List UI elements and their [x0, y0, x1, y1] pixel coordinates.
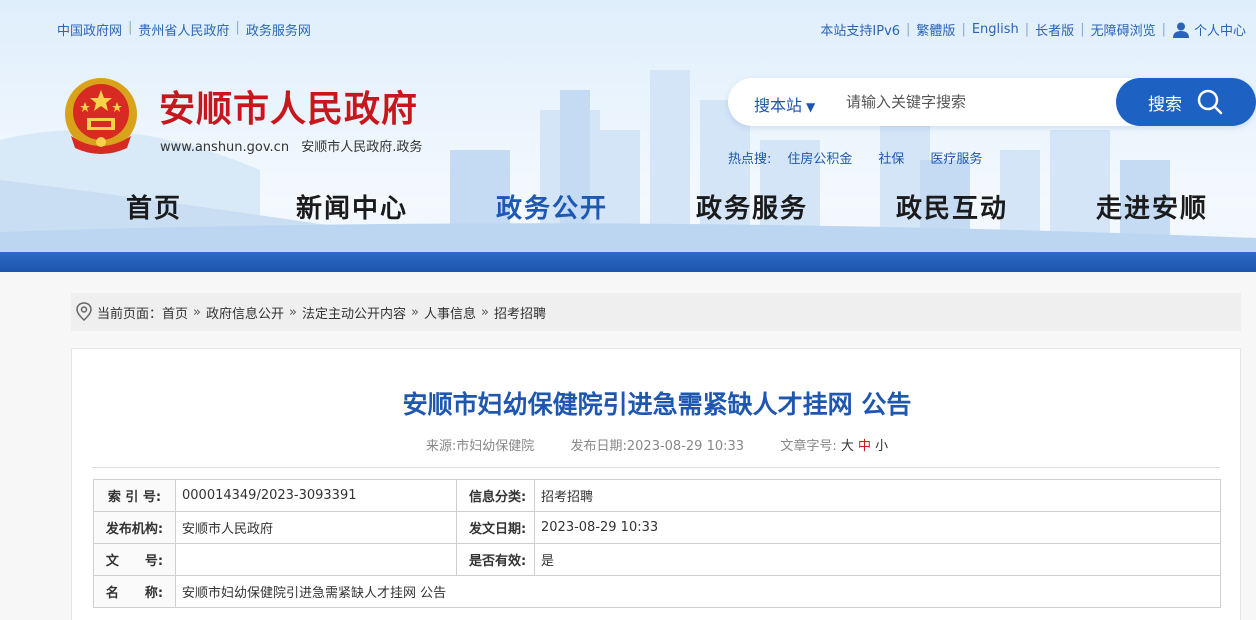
- breadcrumb-item[interactable]: 法定主动公开内容: [302, 303, 406, 322]
- site-title[interactable]: 安顺市人民政府: [159, 80, 418, 132]
- article-title: 安顺市妇幼保健院引进急需紧缺人才挂网 公告: [402, 390, 912, 419]
- header-bottom-bar: [0, 252, 1256, 272]
- breadcrumb-item[interactable]: 招考招聘: [494, 303, 546, 322]
- issue-date-label: 发文日期:: [456, 511, 535, 544]
- article-panel: 安顺市妇幼保健院引进急需紧缺人才挂网 公告 来源:市妇幼保健院 发布日期:202…: [71, 348, 1241, 620]
- info-table: 索 引 号: 000014349/2023-3093391 信息分类: 招考招聘…: [93, 479, 1221, 608]
- issue-date-value: 2023-08-29 10:33: [534, 511, 1221, 544]
- breadcrumb-separator: »: [411, 304, 419, 320]
- name-value: 安顺市妇幼保健院引进急需紧缺人才挂网 公告: [175, 575, 1221, 608]
- index-label: 索 引 号:: [93, 479, 176, 512]
- nav-item-interaction[interactable]: 政民互动: [896, 188, 1008, 225]
- breadcrumb-prefix: 当前页面：: [97, 306, 163, 322]
- font-size-label: 文章字号:: [780, 439, 837, 454]
- font-size-large-button[interactable]: 大: [841, 439, 854, 454]
- link-guizhou-gov[interactable]: 贵州省人民政府: [138, 20, 229, 39]
- nav-item-news[interactable]: 新闻中心: [296, 188, 408, 225]
- location-pin-icon: [76, 302, 92, 321]
- nav-item-home[interactable]: 首页: [126, 188, 182, 225]
- nav-item-services[interactable]: 政务服务: [696, 188, 808, 225]
- publisher-value: 安顺市人民政府: [175, 511, 457, 544]
- link-gov-cn[interactable]: 中国政府网: [57, 20, 122, 39]
- table-row: 索 引 号: 000014349/2023-3093391 信息分类: 招考招聘: [93, 479, 1221, 512]
- hot-search-label: 热点搜:: [728, 152, 772, 167]
- breadcrumb-item[interactable]: 政府信息公开: [206, 303, 284, 322]
- site-subtitle: 安顺市人民政府.政务: [301, 140, 423, 155]
- category-label: 信息分类:: [456, 479, 535, 512]
- hot-search-item[interactable]: 医疗服务: [930, 148, 982, 167]
- user-icon: [1172, 22, 1189, 38]
- category-value: 招考招聘: [534, 479, 1221, 512]
- nav-item-gov-affairs[interactable]: 政务公开: [496, 188, 608, 225]
- publisher-label: 发布机构:: [93, 511, 176, 544]
- search-scope-select[interactable]: 搜本站 ▼: [754, 92, 815, 116]
- link-service-portal[interactable]: 政务服务网: [246, 20, 311, 39]
- link-ipv6[interactable]: 本站支持IPv6: [820, 20, 900, 39]
- breadcrumb-separator: »: [193, 304, 201, 320]
- hot-search-item[interactable]: 住房公积金: [787, 148, 852, 167]
- search-icon: [1197, 89, 1223, 115]
- breadcrumb-separator: »: [289, 304, 297, 320]
- main-nav: 首页 新闻中心 政务公开 政务服务 政民互动 走进安顺: [0, 188, 1256, 234]
- doc-number-value: [175, 543, 457, 576]
- caret-down-icon: ▼: [806, 100, 816, 114]
- validity-value: 是: [534, 543, 1221, 576]
- divider: [92, 467, 1220, 468]
- table-row: 发布机构: 安顺市人民政府 发文日期: 2023-08-29 10:33: [93, 511, 1221, 544]
- link-traditional-chinese[interactable]: 繁體版: [916, 20, 955, 39]
- search-input[interactable]: [846, 87, 1106, 117]
- hot-search: 热点搜: 住房公积金 社保 医疗服务: [728, 148, 982, 167]
- hot-search-item[interactable]: 社保: [878, 148, 904, 167]
- breadcrumb-item[interactable]: 首页: [162, 303, 188, 322]
- site-url: www.anshun.gov.cn 安顺市人民政府.政务: [160, 136, 422, 155]
- site-url-text: www.anshun.gov.cn: [160, 140, 290, 155]
- search-box: 搜本站▼ 搜索: [728, 78, 1256, 126]
- source-label: 来源:: [425, 439, 457, 454]
- index-value: 000014349/2023-3093391: [175, 479, 457, 512]
- link-english[interactable]: English: [972, 22, 1019, 37]
- national-emblem-logo: [65, 78, 137, 154]
- font-size-medium-button[interactable]: 中: [858, 439, 871, 454]
- font-size-small-button[interactable]: 小: [875, 439, 888, 454]
- source-value: 市妇幼保健院: [456, 439, 535, 454]
- validity-label: 是否有效:: [456, 543, 535, 576]
- search-scope-label: 搜本站: [754, 96, 803, 115]
- search-button[interactable]: 搜索: [1116, 78, 1256, 126]
- search-button-label: 搜索: [1148, 94, 1182, 115]
- table-row: 文 号: 是否有效: 是: [93, 543, 1221, 576]
- personal-center-label: 个人中心: [1193, 24, 1246, 39]
- site-header: 中国政府网 | 贵州省人民政府 | 政务服务网 本站支持IPv6 | 繁體版 |…: [0, 0, 1256, 272]
- personal-center-link[interactable]: 个人中心: [1172, 20, 1246, 39]
- doc-number-label: 文 号:: [93, 543, 176, 576]
- name-label: 名 称:: [93, 575, 176, 608]
- link-elder-version[interactable]: 长者版: [1035, 20, 1074, 39]
- table-row: 名 称: 安顺市妇幼保健院引进急需紧缺人才挂网 公告: [93, 575, 1221, 608]
- breadcrumb-item[interactable]: 人事信息: [424, 303, 476, 322]
- top-links-left: 中国政府网 | 贵州省人民政府 | 政务服务网: [57, 20, 311, 39]
- breadcrumb-separator: »: [480, 304, 489, 320]
- nav-item-about-anshun[interactable]: 走进安顺: [1096, 188, 1208, 225]
- breadcrumb: 当前页面： 首页 » 政府信息公开 » 法定主动公开内容 » 人事信息 » 招考…: [71, 293, 1241, 331]
- article-meta: 来源:市妇幼保健院 发布日期:2023-08-29 10:33 文章字号: 大 …: [72, 435, 1242, 454]
- top-links-right: 本站支持IPv6 | 繁體版 | English | 长者版 | 无障碍浏览 |…: [820, 20, 1246, 39]
- date-value: 2023-08-29 10:33: [626, 439, 745, 454]
- link-accessibility[interactable]: 无障碍浏览: [1091, 20, 1156, 39]
- date-label: 发布日期:: [570, 439, 627, 454]
